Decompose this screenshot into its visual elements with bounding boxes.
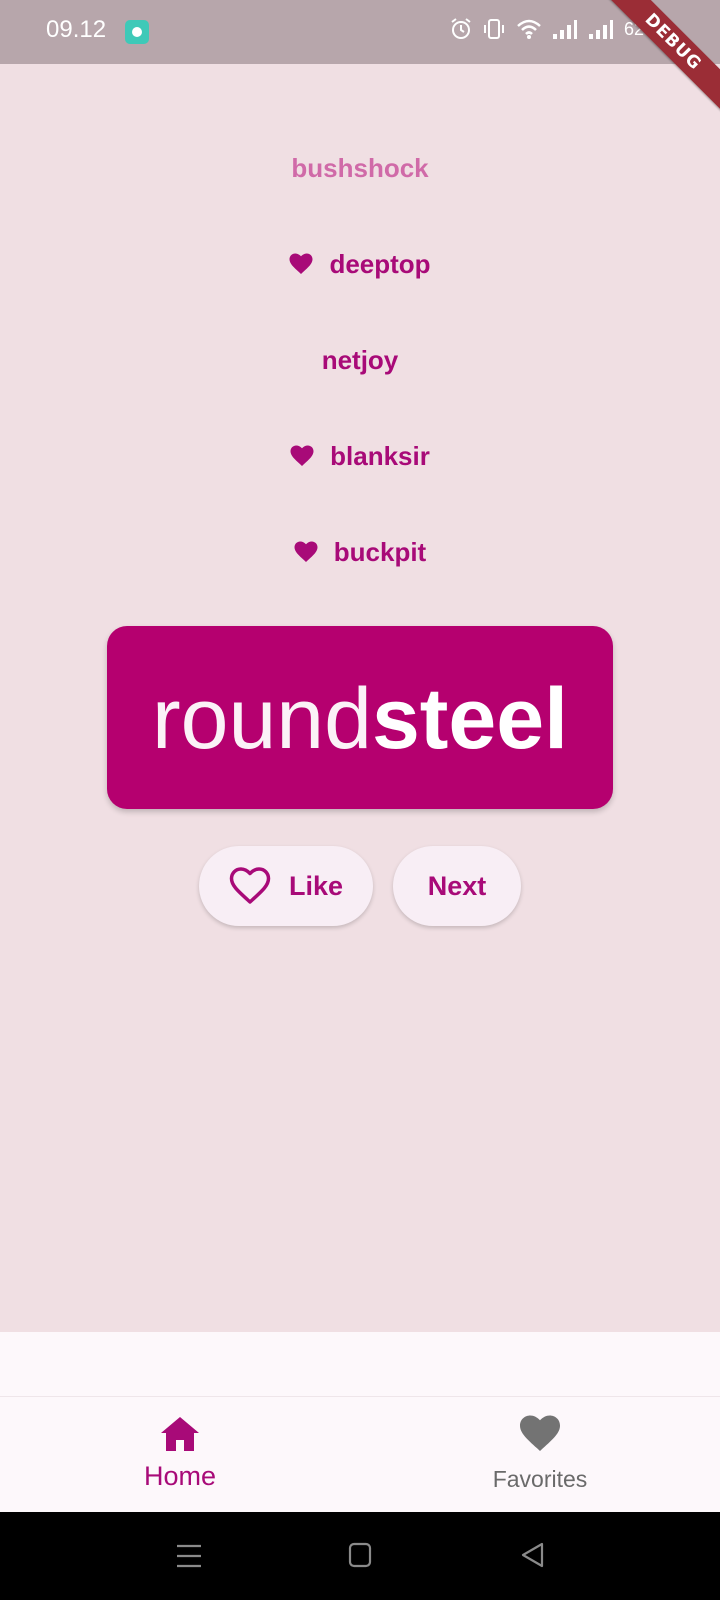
nav-spacer: [0, 1332, 720, 1396]
word-second: steel: [371, 671, 568, 767]
back-icon[interactable]: [520, 1542, 544, 1568]
word-first: round: [152, 671, 372, 767]
heart-icon: [290, 445, 314, 466]
nav-label-favorites: Favorites: [492, 1466, 588, 1492]
home-icon: [161, 1417, 199, 1451]
next-button[interactable]: Next: [393, 846, 521, 926]
heart-icon: [294, 541, 318, 562]
home-button-icon[interactable]: [348, 1542, 372, 1568]
like-button[interactable]: Like: [199, 846, 373, 926]
history-word: deeptop: [329, 248, 431, 279]
signal-icon: [552, 20, 577, 39]
signal-icon-2: [588, 20, 613, 39]
nav-item-favorites[interactable]: Favorites: [360, 1397, 720, 1513]
history-word: bushshock: [291, 152, 429, 183]
alarm-icon: [451, 18, 471, 39]
recent-apps-icon[interactable]: [176, 1542, 202, 1570]
heart-outline-icon: [229, 867, 271, 904]
like-button-label: Like: [288, 870, 344, 901]
history-word: buckpit: [333, 536, 427, 567]
history-word: netjoy: [321, 344, 399, 375]
status-icons: 62%: [450, 18, 660, 40]
next-button-label: Next: [427, 870, 487, 901]
status-bar: 09.12 62%: [0, 0, 720, 64]
history-item[interactable]: buckpit: [0, 504, 720, 600]
vibrate-icon: [483, 19, 504, 39]
notification-app-icon: [125, 20, 149, 44]
status-time: 09.12: [46, 16, 107, 43]
bottom-navigation: Home Favorites: [0, 1396, 720, 1512]
history-item[interactable]: deeptop: [0, 216, 720, 312]
history-item[interactable]: bushshock: [0, 120, 720, 216]
heart-icon: [289, 253, 313, 274]
history-item[interactable]: netjoy: [0, 312, 720, 408]
nav-item-home[interactable]: Home: [0, 1397, 360, 1513]
heart-icon: [520, 1415, 560, 1451]
wifi-icon: [517, 19, 541, 39]
nav-label-home: Home: [143, 1461, 217, 1491]
history-word: blanksir: [330, 440, 430, 471]
history-item[interactable]: blanksir: [0, 408, 720, 504]
system-navigation-bar: [0, 1512, 720, 1600]
current-word-card: round steel: [107, 626, 613, 809]
